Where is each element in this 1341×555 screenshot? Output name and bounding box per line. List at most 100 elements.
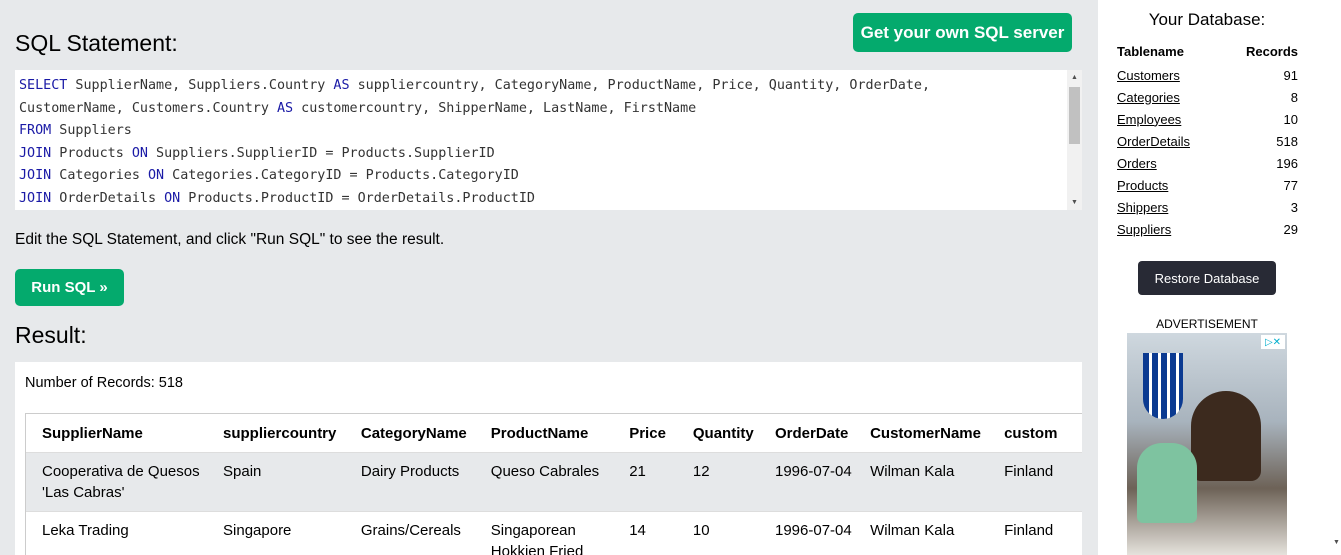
get-own-sql-server-button[interactable]: Get your own SQL server (853, 13, 1072, 52)
result-title: Result: (15, 322, 87, 348)
sql-text: Products (51, 145, 132, 161)
table-cell: 12 (692, 463, 710, 480)
column-header: ProductName (490, 424, 589, 442)
sql-keyword: AS (333, 78, 350, 93)
main-panel: SQL Statement: Get your own SQL server S… (0, 0, 1098, 555)
sql-keyword: ON (164, 190, 181, 206)
table-link-products[interactable]: Products (1117, 178, 1168, 193)
column-header: suppliercountry (223, 424, 337, 442)
table-cell: 1996-07-04 (775, 522, 852, 539)
record-count-value: 91 (1283, 67, 1298, 83)
record-count-value: 8 (1290, 89, 1298, 105)
table-cell: Singaporean Hokkien Fried (490, 522, 584, 555)
sql-code[interactable]: SELECT SupplierName, Suppliers.Country A… (19, 75, 930, 210)
page-scrollbar[interactable]: ▼ (1332, 0, 1341, 555)
restore-database-button[interactable]: Restore Database (1138, 261, 1276, 295)
database-table: Tablename Records Customers 91 Categories… (1117, 44, 1298, 240)
ad-person-figure (1191, 391, 1261, 481)
sql-keyword: JOIN (19, 168, 52, 184)
table-cell: Finland (1004, 463, 1054, 480)
database-row: OrderDetails 518 (1117, 130, 1298, 152)
database-sidebar: Your Database: Tablename Records Custome… (1098, 0, 1341, 555)
column-header: Price (629, 424, 666, 442)
ad-close-icon[interactable]: ▷✕ (1261, 335, 1285, 349)
ad-logo-icon (1143, 353, 1183, 419)
sql-text: Suppliers.SupplierID = Products.Supplier… (148, 145, 495, 161)
sql-code-line[interactable]: SELECT SupplierName, Suppliers.Country A… (19, 75, 930, 98)
table-link-orderdetails[interactable]: OrderDetails (1117, 134, 1190, 149)
sql-text: SupplierName, Suppliers.Country (67, 78, 334, 93)
sql-keyword: AS (276, 100, 294, 116)
record-count-value: 196 (1276, 155, 1298, 171)
sql-keyword: JOIN (19, 145, 52, 161)
database-row: Orders 196 (1117, 152, 1298, 174)
sql-code-line[interactable]: JOIN OrderDetails ON Products.ProductID … (19, 188, 930, 210)
scroll-down-icon[interactable]: ▼ (1067, 195, 1082, 210)
sql-text: Categories (51, 168, 148, 184)
ad-child-figure (1137, 443, 1197, 523)
table-cell: Grains/Cereals (360, 522, 461, 539)
sql-text: Suppliers (51, 123, 132, 139)
table-link-orders[interactable]: Orders (1117, 156, 1157, 171)
sql-statement-title: SQL Statement: (15, 30, 178, 56)
table-cell: Wilman Kala (870, 463, 955, 480)
table-cell: Cooperativa de Quesos 'Las Cabras' (42, 463, 200, 501)
records-header: Records (1245, 44, 1298, 59)
column-header: OrderDate (775, 424, 849, 442)
page-scroll-down-icon[interactable]: ▼ (1332, 539, 1341, 549)
table-cell: Wilman Kala (870, 522, 955, 539)
sql-keyword: ON (148, 168, 165, 184)
sql-text: suppliercountry, CategoryName, ProductNa… (349, 78, 930, 93)
record-count-value: 518 (1276, 133, 1298, 149)
sql-keyword: FROM (19, 123, 52, 139)
table-link-categories[interactable]: Categories (1117, 90, 1180, 105)
scroll-thumb[interactable] (1069, 87, 1080, 144)
sql-text: OrderDetails (51, 190, 165, 206)
database-row: Shippers 3 (1117, 196, 1298, 218)
record-count-value: 29 (1283, 221, 1298, 237)
sql-code-line[interactable]: CustomerName, Customers.Country AS custo… (19, 98, 930, 121)
column-header: Quantity (692, 424, 754, 442)
record-count: Number of Records: 518 (25, 375, 183, 391)
sql-text: customercountry, ShipperName, LastName, … (293, 100, 697, 116)
table-cell: Spain (223, 463, 262, 480)
column-header: custom (1004, 424, 1058, 442)
table-link-customers[interactable]: Customers (1117, 68, 1180, 83)
tablename-header: Tablename (1117, 44, 1184, 59)
sql-editor[interactable]: SELECT SupplierName, Suppliers.Country A… (15, 70, 1082, 210)
database-row: Products 77 (1117, 174, 1298, 196)
editor-scrollbar[interactable]: ▲ ▼ (1067, 70, 1082, 210)
database-row: Customers 91 (1117, 64, 1298, 86)
sql-code-line[interactable]: JOIN Products ON Suppliers.SupplierID = … (19, 143, 930, 166)
table-link-employees[interactable]: Employees (1117, 112, 1181, 127)
result-panel: Number of Records: 518 SupplierName supp… (15, 362, 1082, 555)
record-count-value: 3 (1290, 199, 1298, 215)
column-header: SupplierName (42, 424, 143, 442)
column-header: CustomerName (870, 424, 981, 442)
table-link-shippers[interactable]: Shippers (1117, 200, 1168, 215)
result-table: SupplierName suppliercountry CategoryNam… (25, 413, 1082, 555)
database-row: Categories 8 (1117, 86, 1298, 108)
sql-text: Categories.CategoryID = Products.Categor… (164, 168, 519, 184)
database-table-header: Tablename Records (1117, 44, 1298, 64)
scroll-up-icon[interactable]: ▲ (1067, 70, 1082, 85)
advertisement-label: ADVERTISEMENT (1156, 317, 1258, 331)
sql-text: Products.ProductID = OrderDetails.Produc… (180, 190, 535, 206)
table-cell: 21 (629, 463, 646, 480)
table-cell: 10 (692, 522, 710, 539)
table-cell: 14 (629, 522, 646, 539)
database-row: Employees 10 (1117, 108, 1298, 130)
table-cell: Queso Cabrales (490, 463, 600, 480)
sql-keyword: SELECT (19, 78, 68, 93)
sql-code-line[interactable]: FROM Suppliers (19, 120, 930, 143)
table-cell: Dairy Products (360, 463, 460, 480)
table-link-suppliers[interactable]: Suppliers (1117, 222, 1171, 237)
sql-keyword: JOIN (19, 190, 52, 206)
edit-hint: Edit the SQL Statement, and click "Run S… (15, 231, 445, 248)
advertisement-image[interactable]: ▷✕ (1127, 333, 1287, 555)
table-cell: 1996-07-04 (775, 463, 852, 480)
table-cell: Finland (1004, 522, 1054, 539)
run-sql-button[interactable]: Run SQL » (15, 269, 124, 306)
sql-code-line[interactable]: JOIN Categories ON Categories.CategoryID… (19, 165, 930, 188)
record-count-value: 77 (1283, 177, 1298, 193)
